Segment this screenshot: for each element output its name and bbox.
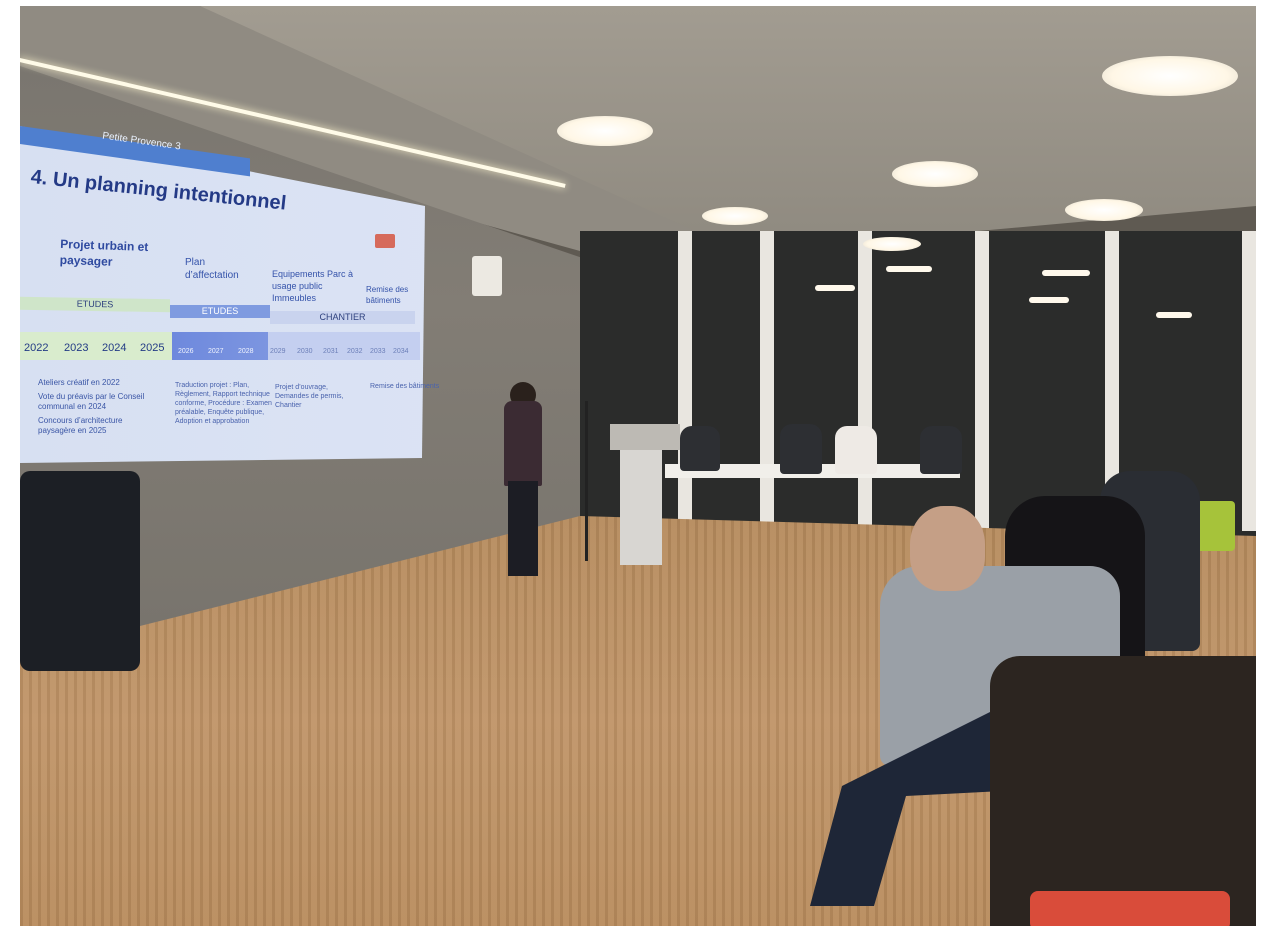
audience-member-head — [910, 506, 985, 591]
podium — [620, 430, 662, 565]
jacket-on-chair — [990, 656, 1256, 926]
reflected-lamp — [1029, 297, 1069, 303]
wall-speaker — [472, 256, 502, 296]
timeline-year: 2034 — [393, 348, 409, 355]
timeline-year: 2027 — [208, 348, 224, 355]
slide-bullet: Concours d’architecture paysagère en 202… — [38, 416, 123, 435]
window-mullion — [858, 231, 872, 531]
ceiling-lamp — [1102, 56, 1238, 96]
projected-slide: Petite Provence 3 4. Un planning intenti… — [20, 6, 440, 506]
chair — [1030, 891, 1230, 926]
reflected-lamp — [815, 285, 855, 291]
timeline-year: 2031 — [323, 348, 339, 355]
photo-scene: Petite Provence 3 4. Un planning intenti… — [20, 6, 1256, 926]
podium-top — [610, 424, 680, 450]
presenter-legs — [508, 481, 538, 576]
slide-column-heading: Plan d’affectation — [185, 257, 239, 281]
slide-column-heading: Remise des bâtiments — [366, 285, 409, 305]
phase-band: ETUDES — [20, 296, 170, 313]
slide-column-heading: Equipements Parc à usage public Immeuble… — [272, 269, 354, 303]
ceiling-lamp — [1065, 199, 1143, 221]
window-mullion — [678, 231, 692, 531]
panelist — [920, 426, 962, 474]
phase-band: ETUDES — [170, 305, 270, 318]
reflected-lamp — [1042, 270, 1090, 276]
logo-icon — [375, 234, 395, 248]
presenter — [504, 401, 542, 486]
timeline-year: 2022 — [24, 342, 49, 354]
timeline-year: 2030 — [297, 348, 313, 355]
panelist — [680, 426, 720, 471]
slide-detail: Remise des bâtiments — [370, 383, 440, 390]
slide-column-heading: Projet urbain et paysager — [59, 236, 149, 269]
timeline-year: 2023 — [64, 342, 89, 354]
ceiling-lamp — [892, 161, 978, 187]
reflected-lamp — [1156, 312, 1192, 318]
window-mullion — [760, 231, 774, 531]
timeline-year: 2028 — [238, 348, 254, 355]
slide-bullet: Ateliers créatif en 2022 — [38, 378, 120, 387]
window-mullion — [975, 231, 989, 531]
microphone-stand — [585, 401, 588, 561]
slide-bullet: Vote du préavis par le Conseil communal … — [38, 392, 145, 411]
ceiling-lamp — [702, 207, 768, 225]
timeline-year: 2025 — [140, 342, 165, 354]
coat-rack — [20, 471, 140, 671]
timeline-year: 2024 — [102, 342, 127, 354]
timeline-year: 2026 — [178, 348, 194, 355]
timeline-year: 2032 — [347, 348, 363, 355]
panelist — [780, 424, 822, 474]
timeline-year: 2033 — [370, 348, 386, 355]
panelist — [835, 426, 877, 474]
ceiling-lamp — [557, 116, 653, 146]
slide-detail: Traduction projet : Plan, Règlement, Rap… — [175, 382, 272, 425]
ceiling-lamp — [863, 237, 921, 251]
phase-band: CHANTIER — [270, 311, 415, 324]
timeline-year: 2029 — [270, 348, 286, 355]
window-mullion — [1242, 231, 1256, 531]
slide-detail: Projet d’ouvrage, Demandes de permis, Ch… — [275, 384, 344, 409]
chair — [1195, 501, 1235, 551]
reflected-lamp — [886, 266, 932, 272]
